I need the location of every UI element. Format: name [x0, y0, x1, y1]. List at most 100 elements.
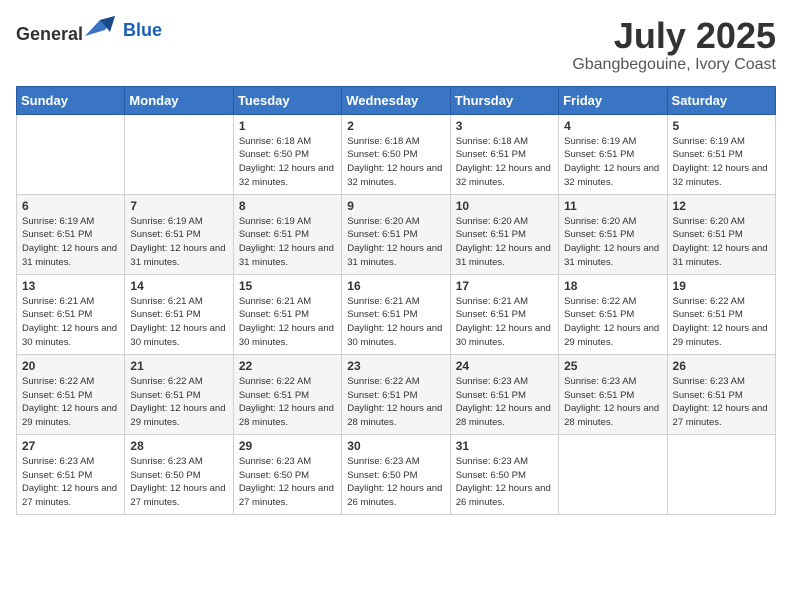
calendar-cell — [125, 114, 233, 194]
day-info: Sunrise: 6:22 AMSunset: 6:51 PMDaylight:… — [22, 375, 119, 430]
day-number: 6 — [22, 199, 119, 213]
calendar-cell: 11 Sunrise: 6:20 AMSunset: 6:51 PMDayligh… — [559, 194, 667, 274]
day-number: 2 — [347, 119, 444, 133]
day-info: Sunrise: 6:21 AMSunset: 6:51 PMDaylight:… — [347, 295, 444, 350]
calendar-cell: 16 Sunrise: 6:21 AMSunset: 6:51 PMDayligh… — [342, 274, 450, 354]
day-number: 22 — [239, 359, 336, 373]
logo-text: General — [16, 16, 115, 45]
calendar-cell: 14 Sunrise: 6:21 AMSunset: 6:51 PMDayligh… — [125, 274, 233, 354]
day-info: Sunrise: 6:23 AMSunset: 6:51 PMDaylight:… — [673, 375, 770, 430]
day-number: 4 — [564, 119, 661, 133]
calendar-week-row: 20 Sunrise: 6:22 AMSunset: 6:51 PMDayligh… — [17, 354, 776, 434]
day-info: Sunrise: 6:20 AMSunset: 6:51 PMDaylight:… — [564, 215, 661, 270]
calendar-cell: 31 Sunrise: 6:23 AMSunset: 6:50 PMDayligh… — [450, 434, 558, 514]
page-header: General Blue July 2025 Gbangbegouine, Iv… — [16, 16, 776, 74]
day-number: 10 — [456, 199, 553, 213]
day-number: 23 — [347, 359, 444, 373]
calendar-cell: 30Sunrise: 6:23 AMSunset: 6:50 PMDayligh… — [342, 434, 450, 514]
day-info: Sunrise: 6:22 AMSunset: 6:51 PMDaylight:… — [673, 295, 770, 350]
day-info: Sunrise: 6:19 AMSunset: 6:51 PMDaylight:… — [564, 135, 661, 190]
calendar-cell: 17Sunrise: 6:21 AMSunset: 6:51 PMDayligh… — [450, 274, 558, 354]
calendar-cell: 27Sunrise: 6:23 AMSunset: 6:51 PMDayligh… — [17, 434, 125, 514]
weekday-header-saturday: Saturday — [667, 86, 775, 114]
weekday-header-sunday: Sunday — [17, 86, 125, 114]
calendar-cell: 29 Sunrise: 6:23 AMSunset: 6:50 PMDayligh… — [233, 434, 341, 514]
day-number: 5 — [673, 119, 770, 133]
day-info: Sunrise: 6:23 AMSunset: 6:51 PMDaylight:… — [456, 375, 553, 430]
calendar-week-row: 1 Sunrise: 6:18 AMSunset: 6:50 PMDaylight… — [17, 114, 776, 194]
day-info: Sunrise: 6:19 AMSunset: 6:51 PMDaylight:… — [130, 215, 227, 270]
day-info: Sunrise: 6:22 AMSunset: 6:51 PMDaylight:… — [130, 375, 227, 430]
calendar-week-row: 27Sunrise: 6:23 AMSunset: 6:51 PMDayligh… — [17, 434, 776, 514]
calendar-cell: 20 Sunrise: 6:22 AMSunset: 6:51 PMDayligh… — [17, 354, 125, 434]
day-number: 19 — [673, 279, 770, 293]
day-number: 30 — [347, 439, 444, 453]
calendar-cell: 22 Sunrise: 6:22 AMSunset: 6:51 PMDayligh… — [233, 354, 341, 434]
calendar-table: SundayMondayTuesdayWednesdayThursdayFrid… — [16, 86, 776, 515]
calendar-cell: 12Sunrise: 6:20 AMSunset: 6:51 PMDayligh… — [667, 194, 775, 274]
day-number: 18 — [564, 279, 661, 293]
weekday-header-friday: Friday — [559, 86, 667, 114]
day-info: Sunrise: 6:19 AMSunset: 6:51 PMDaylight:… — [22, 215, 119, 270]
day-info: Sunrise: 6:18 AMSunset: 6:51 PMDaylight:… — [456, 135, 553, 190]
calendar-cell — [667, 434, 775, 514]
day-number: 14 — [130, 279, 227, 293]
calendar-cell: 13Sunrise: 6:21 AMSunset: 6:51 PMDayligh… — [17, 274, 125, 354]
day-number: 11 — [564, 199, 661, 213]
calendar-cell: 10Sunrise: 6:20 AMSunset: 6:51 PMDayligh… — [450, 194, 558, 274]
day-number: 16 — [347, 279, 444, 293]
day-info: Sunrise: 6:20 AMSunset: 6:51 PMDaylight:… — [347, 215, 444, 270]
calendar-cell: 19 Sunrise: 6:22 AMSunset: 6:51 PMDayligh… — [667, 274, 775, 354]
day-number: 8 — [239, 199, 336, 213]
day-number: 13 — [22, 279, 119, 293]
location-subtitle: Gbangbegouine, Ivory Coast — [572, 56, 776, 74]
day-info: Sunrise: 6:19 AMSunset: 6:51 PMDaylight:… — [673, 135, 770, 190]
day-number: 20 — [22, 359, 119, 373]
weekday-header-monday: Monday — [125, 86, 233, 114]
calendar-week-row: 13 Sunrise: 6:21 AMSunset: 6:51 PMDayligh… — [17, 274, 776, 354]
calendar-cell: 4 Sunrise: 6:19 AMSunset: 6:51 PMDaylight… — [559, 114, 667, 194]
day-info: Sunrise: 6:21 AMSunset: 6:51 PMDaylight:… — [130, 295, 227, 350]
weekday-header-thursday: Thursday — [450, 86, 558, 114]
day-info: Sunrise: 6:22 AMSunset: 6:51 PMDaylight:… — [239, 375, 336, 430]
day-number: 1 — [239, 119, 336, 133]
calendar-week-row: 6 Sunrise: 6:19 AMSunset: 6:51 PMDaylight… — [17, 194, 776, 274]
logo: General Blue — [16, 16, 162, 45]
day-info: Sunrise: 6:23 AMSunset: 6:50 PMDaylight:… — [130, 455, 227, 510]
weekday-header-row: SundayMondayTuesdayWednesdayThursdayFrid… — [17, 86, 776, 114]
day-info: Sunrise: 6:18 AMSunset: 6:50 PMDaylight:… — [347, 135, 444, 190]
day-number: 21 — [130, 359, 227, 373]
month-year-title: July 2025 — [572, 16, 776, 56]
calendar-cell: 28 Sunrise: 6:23 AMSunset: 6:50 PMDayligh… — [125, 434, 233, 514]
day-number: 24 — [456, 359, 553, 373]
calendar-cell: 24 Sunrise: 6:23 AMSunset: 6:51 PMDayligh… — [450, 354, 558, 434]
day-number: 25 — [564, 359, 661, 373]
calendar-cell: 1 Sunrise: 6:18 AMSunset: 6:50 PMDaylight… — [233, 114, 341, 194]
day-number: 29 — [239, 439, 336, 453]
day-info: Sunrise: 6:19 AMSunset: 6:51 PMDaylight:… — [239, 215, 336, 270]
day-number: 12 — [673, 199, 770, 213]
day-info: Sunrise: 6:23 AMSunset: 6:50 PMDaylight:… — [239, 455, 336, 510]
day-number: 26 — [673, 359, 770, 373]
calendar-cell: 9Sunrise: 6:20 AMSunset: 6:51 PMDaylight… — [342, 194, 450, 274]
logo-general: General — [16, 24, 83, 44]
title-section: July 2025 Gbangbegouine, Ivory Coast — [572, 16, 776, 74]
day-number: 17 — [456, 279, 553, 293]
calendar-cell — [17, 114, 125, 194]
calendar-cell: 25 Sunrise: 6:23 AMSunset: 6:51 PMDayligh… — [559, 354, 667, 434]
day-info: Sunrise: 6:18 AMSunset: 6:50 PMDaylight:… — [239, 135, 336, 190]
calendar-cell — [559, 434, 667, 514]
day-info: Sunrise: 6:23 AMSunset: 6:50 PMDaylight:… — [456, 455, 553, 510]
calendar-cell: 15Sunrise: 6:21 AMSunset: 6:51 PMDayligh… — [233, 274, 341, 354]
weekday-header-tuesday: Tuesday — [233, 86, 341, 114]
day-number: 15 — [239, 279, 336, 293]
day-number: 31 — [456, 439, 553, 453]
day-number: 28 — [130, 439, 227, 453]
calendar-cell: 5 Sunrise: 6:19 AMSunset: 6:51 PMDaylight… — [667, 114, 775, 194]
day-info: Sunrise: 6:22 AMSunset: 6:51 PMDaylight:… — [347, 375, 444, 430]
calendar-cell: 2 Sunrise: 6:18 AMSunset: 6:50 PMDaylight… — [342, 114, 450, 194]
day-info: Sunrise: 6:23 AMSunset: 6:51 PMDaylight:… — [22, 455, 119, 510]
calendar-cell: 26 Sunrise: 6:23 AMSunset: 6:51 PMDayligh… — [667, 354, 775, 434]
day-info: Sunrise: 6:23 AMSunset: 6:51 PMDaylight:… — [564, 375, 661, 430]
calendar-cell: 6 Sunrise: 6:19 AMSunset: 6:51 PMDaylight… — [17, 194, 125, 274]
